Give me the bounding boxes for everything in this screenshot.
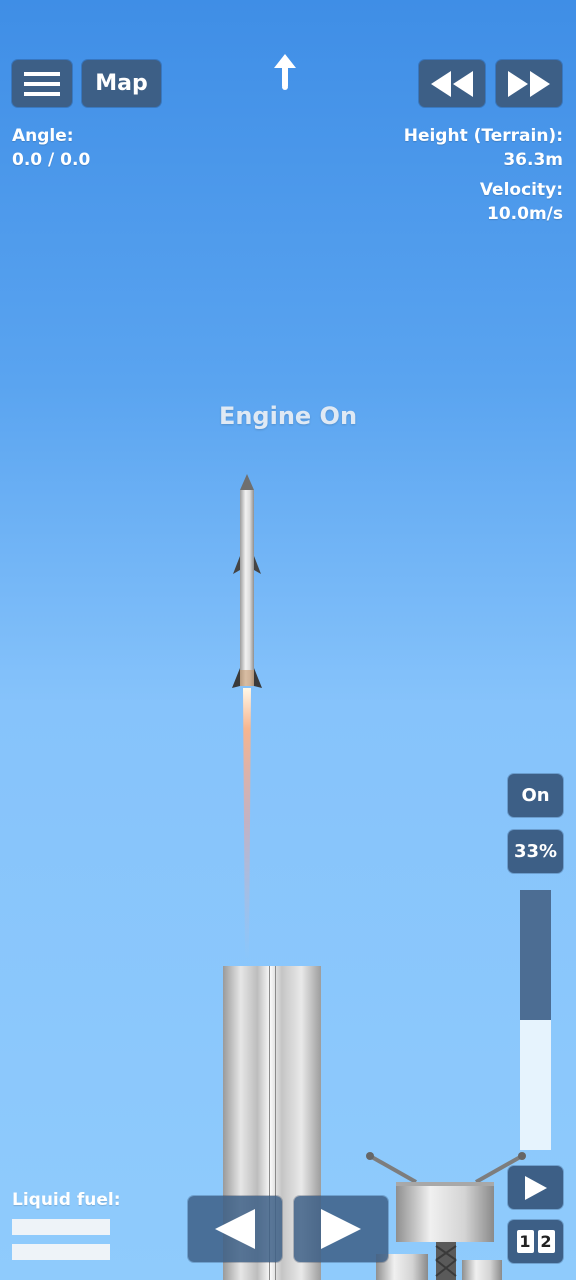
liquid-fuel-label: Liquid fuel: <box>12 1190 121 1210</box>
angle-label: Angle: <box>12 126 74 146</box>
launch-pad <box>366 1152 526 1280</box>
rewind-button[interactable] <box>419 60 485 107</box>
rotate-right-icon <box>321 1209 361 1249</box>
rotate-left-button[interactable] <box>188 1196 282 1262</box>
stage-2-label: 2 <box>537 1230 555 1253</box>
throttle-readout: 33% <box>508 830 563 873</box>
stage-selector[interactable]: 1 2 <box>508 1220 563 1263</box>
fuel-bar-2 <box>12 1244 110 1260</box>
height-label: Height (Terrain): <box>403 126 563 146</box>
menu-icon <box>24 71 60 96</box>
engine-status-text: Engine On <box>218 402 358 430</box>
throttle-slider[interactable] <box>520 890 551 1150</box>
play-button[interactable] <box>508 1166 563 1209</box>
velocity-label: Velocity: <box>479 180 563 200</box>
rewind-icon <box>431 70 473 97</box>
throttle-fill <box>520 1020 551 1150</box>
fast-forward-button[interactable] <box>496 60 562 107</box>
menu-button[interactable] <box>12 60 72 107</box>
rocket <box>232 474 262 960</box>
rotate-left-icon <box>215 1209 255 1249</box>
stage-1-label: 1 <box>516 1230 534 1253</box>
fast-forward-icon <box>508 70 550 97</box>
play-icon <box>524 1175 547 1200</box>
height-value: 36.3m <box>503 150 563 170</box>
rotate-right-button[interactable] <box>294 1196 388 1262</box>
angle-value: 0.0 / 0.0 <box>12 150 91 170</box>
fuel-bar-1 <box>12 1219 110 1235</box>
map-button[interactable]: Map <box>82 60 161 107</box>
engine-toggle-button[interactable]: On <box>508 774 563 817</box>
direction-arrow-icon <box>274 54 296 90</box>
velocity-value: 10.0m/s <box>487 204 563 224</box>
